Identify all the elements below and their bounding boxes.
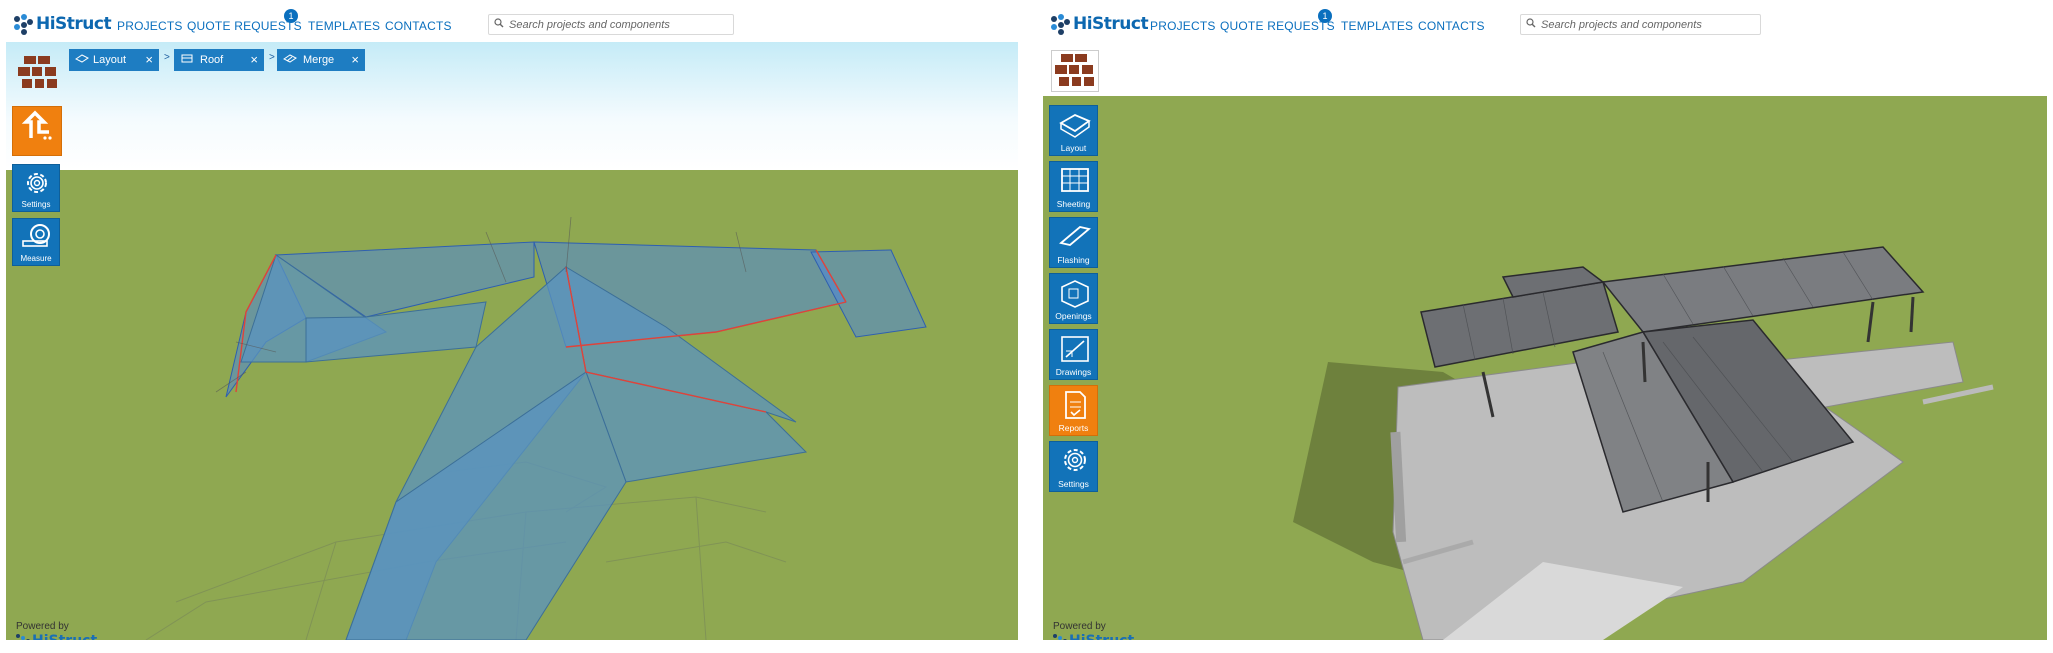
breadcrumb-separator: > — [164, 52, 170, 63]
sheeting-icon — [1061, 168, 1089, 192]
measure-button[interactable]: Measure — [12, 218, 60, 266]
nav-quote-requests[interactable]: QUOTE REQUESTS — [187, 19, 302, 33]
sidebar-item-drawings[interactable]: Drawings — [1049, 329, 1098, 380]
nav-quote-requests[interactable]: QUOTE REQUESTS — [1220, 19, 1335, 33]
sidebar-item-settings[interactable]: Settings — [1049, 441, 1098, 492]
sidebar-item-flashing[interactable]: Flashing — [1049, 217, 1098, 268]
materials-bricks-icon[interactable] — [16, 54, 60, 92]
breadcrumb-layout[interactable]: Layout × — [69, 49, 159, 71]
sidebar-item-sheeting[interactable]: Sheeting — [1049, 161, 1098, 212]
nav-projects[interactable]: PROJECTS — [1150, 19, 1216, 33]
sidebar-item-label: Drawings — [1055, 367, 1092, 377]
top-navbar: HiStruct PROJECTS QUOTE REQUESTS 1 TEMPL… — [6, 6, 1018, 42]
sidebar-item-label: Layout — [1060, 143, 1087, 153]
breadcrumb-roof-label: Roof — [200, 54, 224, 66]
breadcrumb-roof[interactable]: Roof × — [174, 49, 264, 71]
breadcrumb-layout-label: Layout — [93, 54, 127, 66]
sidebar-item-reports[interactable]: Reports — [1049, 385, 1098, 436]
gear-icon — [27, 173, 47, 193]
sidebar-item-label: Reports — [1058, 423, 1089, 433]
nav-projects[interactable]: PROJECTS — [117, 19, 183, 33]
layout-icon — [75, 54, 89, 63]
logo-text: HiStruct — [36, 14, 112, 34]
gear-icon — [1064, 449, 1086, 471]
sidebar-item-label: Sheeting — [1056, 199, 1091, 209]
roof-icon — [181, 54, 193, 63]
arrow-up-left-icon — [21, 110, 52, 140]
powered-by-text: Powered by — [16, 621, 69, 632]
reports-icon — [1065, 391, 1086, 419]
quote-requests-badge: 1 — [1318, 9, 1332, 23]
sidebar-item-openings[interactable]: Openings — [1049, 273, 1098, 324]
breadcrumb-merge-label: Merge — [303, 54, 335, 66]
powered-by-logo-text: HiStruct — [1069, 633, 1134, 640]
search-icon — [494, 18, 504, 28]
powered-by-logo-text: HiStruct — [32, 633, 97, 640]
sidebar-item-label: Flashing — [1057, 255, 1090, 265]
drawings-icon — [1061, 336, 1089, 362]
logo-dots-icon — [16, 634, 30, 640]
powered-by-badge: Powered by HiStruct — [16, 621, 97, 640]
breadcrumb-separator: > — [269, 52, 275, 63]
openings-icon — [1061, 280, 1089, 308]
nav-templates[interactable]: TEMPLATES — [1341, 19, 1413, 33]
histruct-logo[interactable]: HiStruct — [1051, 14, 1149, 35]
materials-bricks-icon[interactable] — [1051, 50, 1099, 92]
nav-contacts[interactable]: CONTACTS — [1418, 19, 1485, 33]
right-screenshot-panel: HiStruct PROJECTS QUOTE REQUESTS 1 TEMPL… — [1043, 6, 2047, 640]
flashing-icon — [1059, 226, 1091, 246]
nav-templates[interactable]: TEMPLATES — [308, 19, 380, 33]
powered-by-badge: Powered by HiStruct — [1053, 621, 1134, 640]
left-screenshot-panel: HiStruct PROJECTS QUOTE REQUESTS 1 TEMPL… — [6, 6, 1018, 640]
quote-requests-badge: 1 — [284, 9, 298, 23]
search-box[interactable] — [488, 14, 734, 35]
sidebar-item-label: Settings — [1058, 479, 1089, 489]
3d-viewport[interactable] — [1043, 42, 2047, 640]
top-navbar: HiStruct PROJECTS QUOTE REQUESTS 1 TEMPL… — [1043, 6, 2047, 42]
histruct-logo[interactable]: HiStruct — [14, 14, 112, 35]
logo-text: HiStruct — [1073, 14, 1149, 34]
search-icon — [1526, 18, 1536, 28]
back-up-button[interactable] — [12, 106, 62, 156]
settings-label: Settings — [21, 200, 51, 209]
measure-label: Measure — [20, 254, 52, 263]
search-box[interactable] — [1520, 14, 1761, 35]
powered-by-text: Powered by — [1053, 621, 1106, 632]
search-input[interactable] — [1539, 16, 1758, 33]
breadcrumb-merge[interactable]: Merge × — [277, 49, 365, 71]
logo-dots-icon — [1053, 634, 1067, 640]
logo-dots-icon — [14, 14, 34, 35]
sidebar-item-label: Openings — [1055, 311, 1092, 321]
merge-icon — [283, 54, 297, 63]
tape-measure-icon — [22, 224, 50, 247]
logo-dots-icon — [1051, 14, 1071, 35]
3d-viewport[interactable] — [6, 42, 1018, 640]
close-icon[interactable]: × — [351, 52, 359, 67]
close-icon[interactable]: × — [250, 52, 258, 67]
close-icon[interactable]: × — [145, 52, 153, 67]
search-input[interactable] — [507, 16, 731, 33]
sidebar-item-layout[interactable]: Layout — [1049, 105, 1098, 156]
nav-contacts[interactable]: CONTACTS — [385, 19, 452, 33]
layout-icon — [1059, 113, 1091, 138]
settings-button[interactable]: Settings — [12, 164, 60, 212]
